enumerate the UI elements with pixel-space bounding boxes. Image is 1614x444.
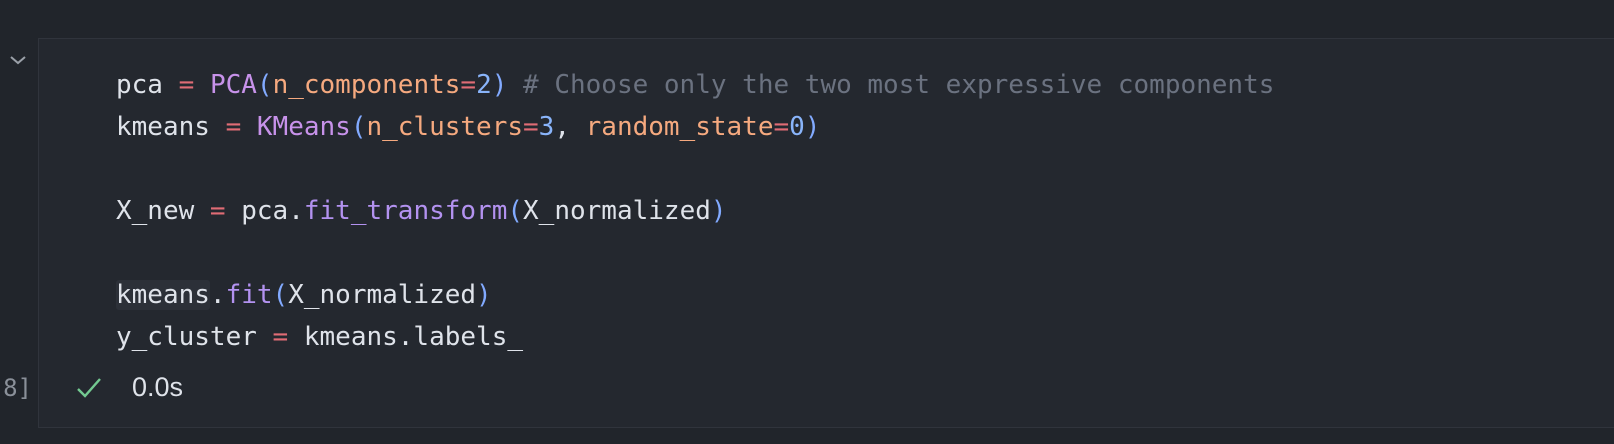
token-operator: = [209, 112, 257, 142]
token-operator: = [773, 112, 790, 142]
token-keyword-arg: n_clusters [366, 112, 524, 142]
token-operator: = [523, 112, 539, 142]
token-number: 3 [538, 112, 555, 142]
check-icon [77, 377, 101, 398]
token-paren: ( [272, 280, 289, 310]
code-editor[interactable]: pca = PCA(n_components=2) # Choose only … [116, 64, 1274, 358]
token-expression: kmeans.labels_ [303, 322, 524, 352]
token-paren: ) [491, 70, 508, 100]
token-object: pca. [241, 196, 304, 226]
execution-count: [8] [0, 374, 32, 402]
token-variable: y_cluster [116, 322, 257, 352]
token-operator: = [194, 196, 242, 226]
code-line-5-blank [116, 232, 1274, 274]
token-punctuation: . [209, 280, 226, 310]
code-line-7: y_cluster = kmeans.labels_ [116, 316, 1274, 358]
cell-status: 0.0s [74, 372, 183, 403]
token-object-highlighted: kmeans [116, 280, 210, 310]
token-method: fit_transform [303, 196, 508, 226]
token-keyword-arg: n_components [272, 70, 461, 100]
token-keyword-arg: random_state [585, 112, 774, 142]
code-line-1: pca = PCA(n_components=2) # Choose only … [116, 64, 1274, 106]
token-number: 0 [789, 112, 805, 142]
chevron-down-icon[interactable] [8, 52, 28, 68]
token-argument: X_normalized [523, 196, 711, 226]
token-paren: ) [804, 112, 821, 142]
token-argument: X_normalized [288, 280, 477, 310]
token-operator: = [256, 322, 304, 352]
token-operator: = [460, 70, 477, 100]
token-paren: ) [476, 280, 492, 310]
code-line-6: kmeans.fit(X_normalized) [116, 274, 1274, 316]
code-line-4: X_new = pca.fit_transform(X_normalized) [116, 190, 1274, 232]
notebook-view: pca = PCA(n_components=2) # Choose only … [0, 0, 1614, 444]
execution-time: 0.0s [132, 372, 184, 402]
code-line-3-blank [116, 148, 1274, 190]
token-number: 2 [476, 70, 492, 100]
code-line-2: kmeans = KMeans(n_clusters=3, random_sta… [116, 106, 1274, 148]
token-paren: ) [710, 196, 727, 226]
token-operator: = [162, 70, 210, 100]
token-variable: kmeans [116, 112, 210, 142]
token-variable: X_new [116, 196, 195, 226]
token-variable: pca [116, 70, 163, 100]
token-comment: # Choose only the two most expressive co… [507, 70, 1275, 100]
token-class: PCA [209, 70, 257, 100]
token-paren: ( [256, 70, 273, 100]
token-punctuation: , [554, 112, 586, 142]
token-paren: ( [350, 112, 367, 142]
token-method: fit [225, 280, 273, 310]
token-paren: ( [507, 196, 524, 226]
token-class: KMeans [256, 112, 351, 142]
